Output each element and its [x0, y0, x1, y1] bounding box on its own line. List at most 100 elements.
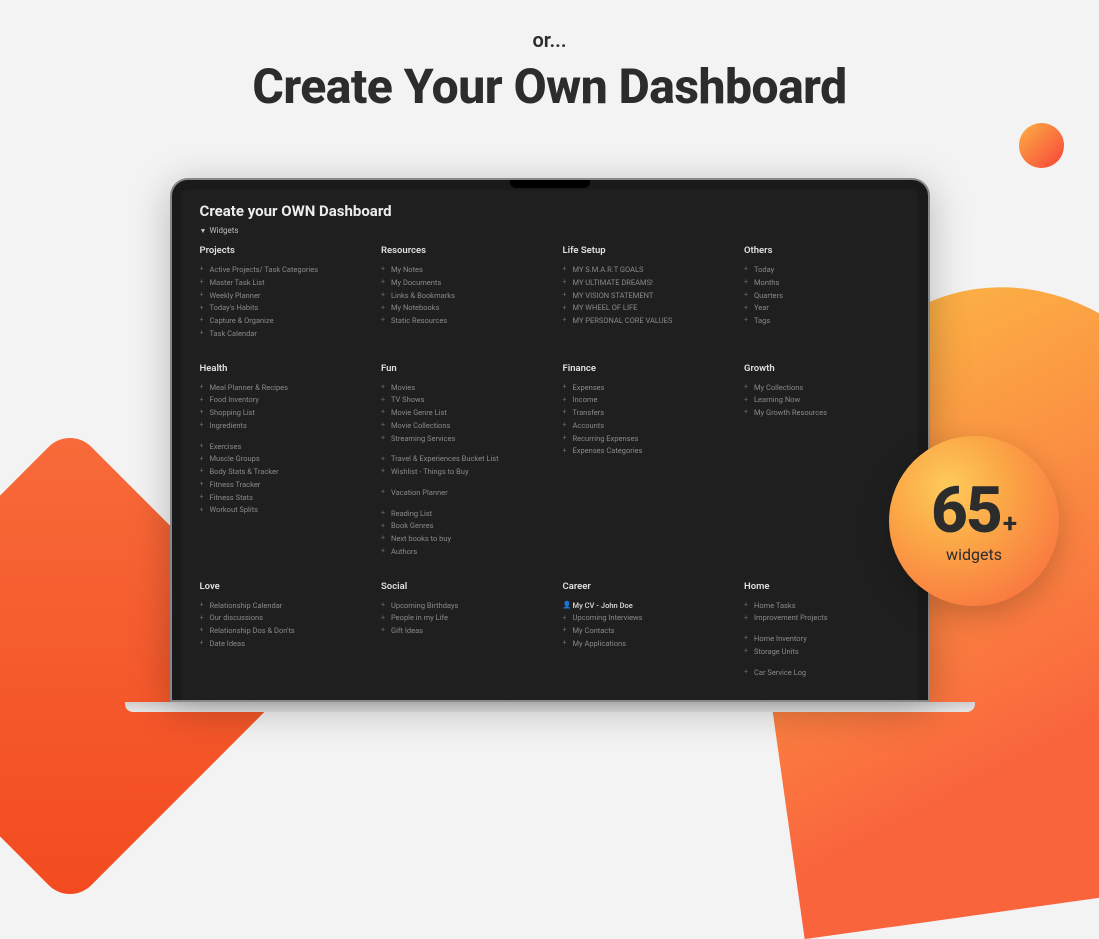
list-item[interactable]: +My Notebooks [381, 302, 537, 315]
list-item[interactable]: +Next books to buy [381, 533, 537, 546]
badge-label: widgets [946, 545, 1002, 564]
list-item-label: Meal Planner & Recipes [210, 382, 289, 395]
list-item-label: Storage Units [754, 646, 799, 659]
plus-icon: + [381, 521, 387, 533]
list-item[interactable]: +Muscle Groups [200, 453, 356, 466]
list-item-label: Learning Now [754, 394, 800, 407]
list-item[interactable]: +Reading List [381, 508, 537, 521]
list-item[interactable]: +MY ULTIMATE DREAMS! [563, 277, 719, 290]
list-item-label: My Documents [391, 277, 441, 290]
list-item[interactable]: +Ingredients [200, 420, 356, 433]
list-item[interactable]: +Movie Collections [381, 420, 537, 433]
widgets-toggle[interactable]: ▼ Widgets [200, 226, 900, 235]
list-item[interactable]: +Meal Planner & Recipes [200, 382, 356, 395]
list-item[interactable]: +Upcoming Birthdays [381, 600, 537, 613]
plus-icon: + [200, 395, 206, 407]
list-item[interactable]: +Movie Genre List [381, 407, 537, 420]
plus-icon: + [563, 315, 569, 327]
list-item[interactable]: +MY S.M.A.R.T GOALS [563, 264, 719, 277]
plus-icon: + [200, 492, 206, 504]
list-item-label: Shopping List [210, 407, 256, 420]
list-item[interactable]: +Links & Bookmarks [381, 290, 537, 303]
list-item[interactable]: +Months [744, 277, 900, 290]
list-item[interactable]: +People in my Life [381, 612, 537, 625]
list-item[interactable]: +Year [744, 302, 900, 315]
plus-icon: + [200, 290, 206, 302]
list-item[interactable]: +My Contacts [563, 625, 719, 638]
plus-icon: + [744, 277, 750, 289]
list-item[interactable]: +Static Resources [381, 315, 537, 328]
list-item[interactable]: +Fitness Stats [200, 492, 356, 505]
list-item[interactable]: +Upcoming Interviews [563, 612, 719, 625]
list-item[interactable]: +Exercises [200, 441, 356, 454]
list-item[interactable]: +Learning Now [744, 394, 900, 407]
list-item[interactable]: 👤My CV - John Doe [563, 600, 719, 613]
list-item[interactable]: +Improvement Projects [744, 612, 900, 625]
list-item-label: Workout Splits [210, 504, 259, 517]
section: Finance+Expenses+Income+Transfers+Accoun… [563, 363, 719, 559]
list-item-label: Next books to buy [391, 533, 451, 546]
chevron-down-icon: ▼ [200, 227, 207, 235]
list-item[interactable]: +Task Calendar [200, 328, 356, 341]
list-item-label: Capture & Organize [210, 315, 274, 328]
list-item[interactable]: +Streaming Services [381, 433, 537, 446]
list-item[interactable]: +Recurring Expenses [563, 433, 719, 446]
list-item[interactable]: +My Applications [563, 638, 719, 651]
list-item-label: Transfers [573, 407, 605, 420]
list-item[interactable]: +Weekly Planner [200, 290, 356, 303]
list-item[interactable]: +Date Ideas [200, 638, 356, 651]
list-item[interactable]: +Relationship Calendar [200, 600, 356, 613]
list-item[interactable]: +MY VISION STATEMENT [563, 290, 719, 303]
plus-icon: + [563, 395, 569, 407]
list-item[interactable]: +Wishlist - Things to Buy [381, 466, 537, 479]
list-item[interactable]: +Car Service Log [744, 667, 900, 680]
list-item[interactable]: +Vacation Planner [381, 487, 537, 500]
list-item[interactable]: +Fitness Tracker [200, 479, 356, 492]
list-item[interactable]: +Expenses Categories [563, 445, 719, 458]
list-item[interactable]: +Quarters [744, 290, 900, 303]
list-item-label: Accounts [573, 420, 605, 433]
list-item[interactable]: +Expenses [563, 382, 719, 395]
list-item[interactable]: +TV Shows [381, 394, 537, 407]
list-item[interactable]: +Gift Ideas [381, 625, 537, 638]
list-item[interactable]: +MY WHEEL OF LIFE [563, 302, 719, 315]
list-item[interactable]: +Today [744, 264, 900, 277]
list-item[interactable]: +My Documents [381, 277, 537, 290]
list-item-label: Today's Habits [210, 302, 259, 315]
list-item[interactable]: +Book Genres [381, 520, 537, 533]
list-item[interactable]: +My Growth Resources [744, 407, 900, 420]
section-title: Others [744, 245, 900, 256]
list-item[interactable]: +Our discussions [200, 612, 356, 625]
list-item[interactable]: +Body Stats & Tracker [200, 466, 356, 479]
list-item[interactable]: +Storage Units [744, 646, 900, 659]
list-item[interactable]: +My Collections [744, 382, 900, 395]
list-item[interactable]: +Food Inventory [200, 394, 356, 407]
list-item[interactable]: + Transfers [563, 407, 719, 420]
list-item[interactable]: +Relationship Dos & Don'ts [200, 625, 356, 638]
list-item[interactable]: +Home Tasks [744, 600, 900, 613]
list-item[interactable]: +Shopping List [200, 407, 356, 420]
section: Social+Upcoming Birthdays+People in my L… [381, 581, 537, 680]
list-item[interactable]: +My Notes [381, 264, 537, 277]
list-item[interactable]: +Income [563, 394, 719, 407]
list-item[interactable]: +Tags [744, 315, 900, 328]
list-item[interactable]: + Accounts [563, 420, 719, 433]
plus-icon: + [563, 290, 569, 302]
list-item[interactable]: +Capture & Organize [200, 315, 356, 328]
list-item[interactable]: +Movies [381, 382, 537, 395]
list-item[interactable]: +Workout Splits [200, 504, 356, 517]
list-item-label: Movies [391, 382, 415, 395]
plus-icon: + [381, 433, 387, 445]
list-item[interactable]: +MY PERSONAL CORE VALUES [563, 315, 719, 328]
list-item[interactable]: +Today's Habits [200, 302, 356, 315]
list-item[interactable]: +Master Task List [200, 277, 356, 290]
list-item[interactable]: +Authors [381, 546, 537, 559]
plus-icon: + [563, 407, 569, 419]
section-items: +Today+Months+Quarters+Year+Tags [744, 264, 900, 328]
list-item[interactable]: +Travel & Experiences Bucket List [381, 453, 537, 466]
list-item[interactable]: +Active Projects/ Task Categories [200, 264, 356, 277]
plus-icon: + [563, 420, 569, 432]
section-title: Fun [381, 363, 537, 374]
list-item[interactable]: +Home Inventory [744, 633, 900, 646]
list-item-label: Relationship Calendar [210, 600, 283, 613]
